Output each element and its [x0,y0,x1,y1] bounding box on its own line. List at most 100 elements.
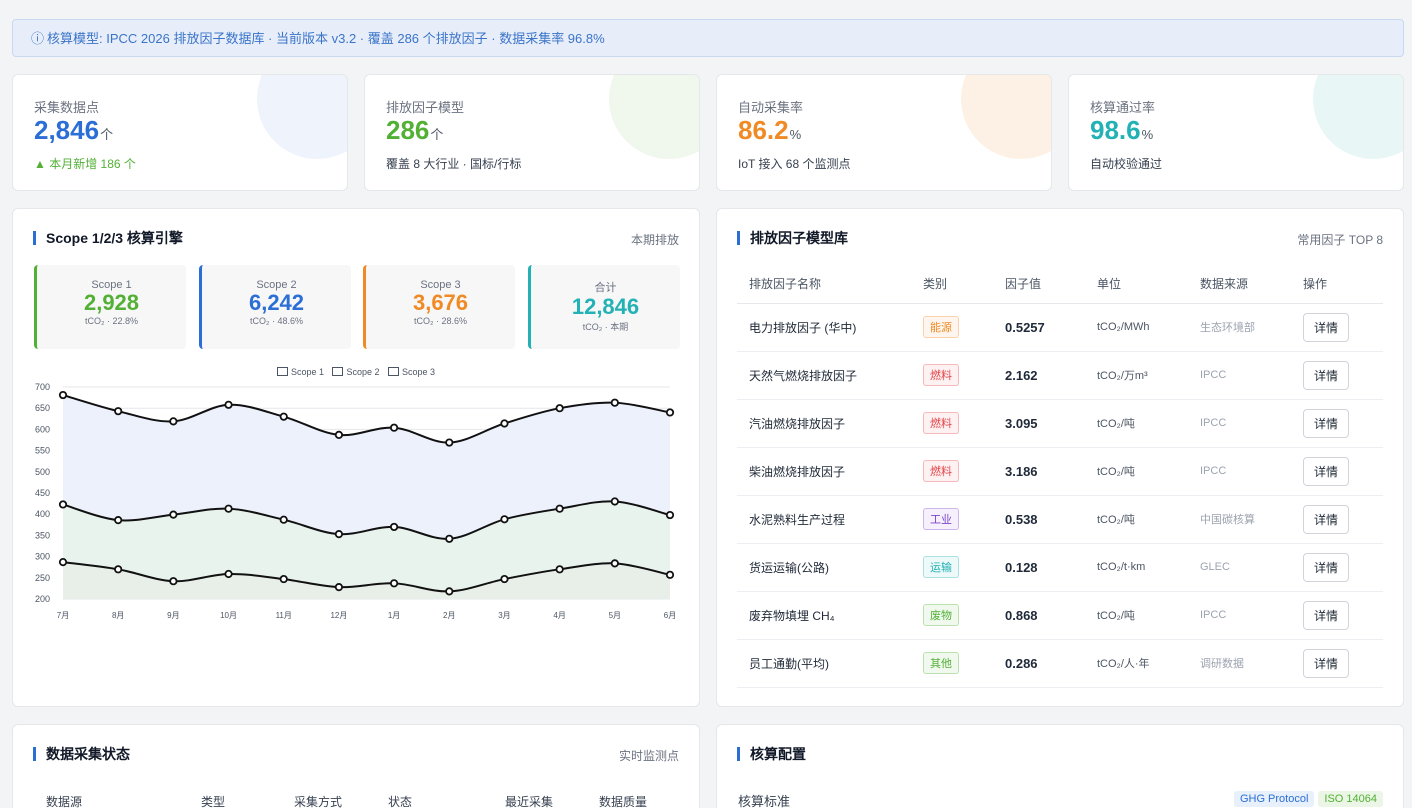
category-tag: 工业 [923,508,959,530]
scope-value: 3,676 [412,290,469,315]
chart-legend: Scope 1 Scope 2 Scope 3 [13,367,699,377]
scope-value: 6,242 [248,290,305,315]
panel-title: 核算配置 [737,747,806,761]
scope-value: 2,928 [83,290,140,315]
factor-category: 工业 [911,495,993,544]
y-tick-label: 650 [35,403,50,413]
table-row: 天然气燃烧排放因子 燃料 2.162 tCO₂/万m³ IPCC 详情 [737,351,1383,400]
x-tick-label: 2月 [443,611,455,620]
detail-button[interactable]: 详情 [1303,648,1350,678]
data-point [334,530,344,539]
detail-button[interactable]: 详情 [1303,600,1350,630]
factor-source: 生态环境部 [1188,303,1291,352]
column-header: 因子值 [993,265,1085,304]
data-point [555,404,564,413]
category-tag: 燃料 [923,364,959,386]
legend-swatch [388,367,400,376]
y-tick-label: 550 [35,446,50,456]
emissions-area-chart: 200 250 300 350 400 450 500 550 600 650 700 7月 8月 9月 1… [35,382,676,620]
factor-source: IPCC [1188,351,1291,400]
x-tick-label: 11月 [276,611,292,620]
legend-item-scope-3[interactable]: Scope 3 [388,367,435,377]
stat-label: 核算通过率 [1090,100,1156,115]
panel-title: 数据采集状态 [33,747,130,761]
column-header: 数据质量 [599,795,648,808]
data-point [389,522,399,532]
factor-source: IPCC [1188,399,1291,448]
scope-sub: tCO₂ · 22.8% [84,316,138,326]
standard-tag-iso[interactable]: ISO 14064 [1318,791,1383,807]
table-row: 柴油燃烧排放因子 燃料 3.186 tCO₂/吨 IPCC 详情 [737,447,1383,496]
column-header: 状态 [388,795,413,808]
scope-value: 12,846 [571,294,640,319]
legend-item-scope-2[interactable]: Scope 2 [332,367,380,377]
detail-button[interactable]: 详情 [1303,504,1350,534]
y-tick-label: 350 [35,530,50,540]
scope-1-card: Scope 1 2,928 tCO₂ · 22.8% [34,265,186,349]
detail-button[interactable]: 详情 [1303,552,1350,582]
factor-category: 燃料 [911,351,993,400]
legend-swatch [332,367,344,376]
data-point [665,510,675,520]
column-header: 数据来源 [1188,265,1291,304]
y-tick-label: 400 [35,509,50,519]
data-point [169,577,178,586]
detail-button[interactable]: 详情 [1303,312,1350,342]
stat-sub: 自动校验通过 [1090,157,1163,171]
legend-item-scope-1[interactable]: Scope 1 [276,367,324,377]
y-tick-label: 600 [35,424,50,434]
data-point [500,574,509,584]
standard-label: 核算标准 [738,794,791,808]
factor-value: 2.162 [993,351,1085,400]
column-header: 类型 [201,795,226,808]
factor-action: 详情 [1291,495,1383,544]
stat-card-auto-rate: 自动采集率 86.2% IoT 接入 68 个监测点 [716,74,1052,191]
data-point [665,408,675,417]
standard-tag-ghg[interactable]: GHG Protocol [1233,791,1315,807]
category-tag: 废物 [923,604,959,626]
x-tick-label: 5月 [609,611,621,620]
data-point [389,423,399,432]
data-point [114,565,123,574]
x-tick-label: 6月 [664,611,676,620]
stat-value: 86.2% [738,115,802,145]
category-tag: 能源 [923,316,959,338]
card-decoration [257,75,347,159]
detail-button[interactable]: 详情 [1303,408,1350,438]
data-point [610,559,619,568]
factor-name: 电力排放因子 (华中) [737,303,911,352]
scope-total-card: 合计 12,846 tCO₂ · 本期 [528,265,680,349]
category-tag: 燃料 [923,460,959,482]
factor-value: 0.128 [993,543,1085,592]
data-point [169,510,178,519]
detail-button[interactable]: 详情 [1303,456,1350,486]
factor-name: 柴油燃烧排放因子 [737,447,911,496]
card-decoration [609,75,699,159]
factor-name: 天然气燃烧排放因子 [737,351,911,400]
stat-sub: 覆盖 8 大行业 · 国标/行标 [386,157,522,171]
table-row: 废弃物填埋 CH₄ 废物 0.868 tCO₂/吨 IPCC 详情 [737,591,1383,640]
factor-action: 详情 [1291,303,1383,352]
category-tag: 燃料 [923,412,959,434]
x-tick-label: 4月 [553,611,565,620]
factor-category: 燃料 [911,399,993,448]
factor-source: 调研数据 [1188,639,1291,688]
column-header: 排放因子名称 [737,265,911,304]
factor-source: IPCC [1188,447,1291,496]
factor-name: 汽油燃烧排放因子 [737,399,911,448]
data-point [169,417,178,426]
factor-value: 3.095 [993,399,1085,448]
data-point [665,570,675,579]
category-tag: 其他 [923,652,959,674]
factor-category: 其他 [911,639,993,688]
factor-action: 详情 [1291,447,1383,496]
scope-2-card: Scope 2 6,242 tCO₂ · 48.6% [199,265,351,349]
factor-unit: tCO₂/人·年 [1085,639,1188,688]
detail-button[interactable]: 详情 [1303,360,1350,390]
x-tick-label: 9月 [167,611,179,620]
factor-name: 货运运输(公路) [737,543,911,592]
data-point [334,430,344,440]
panel-title: 排放因子模型库 [737,231,848,245]
factor-unit: tCO₂/吨 [1085,495,1188,544]
data-point [445,438,454,447]
